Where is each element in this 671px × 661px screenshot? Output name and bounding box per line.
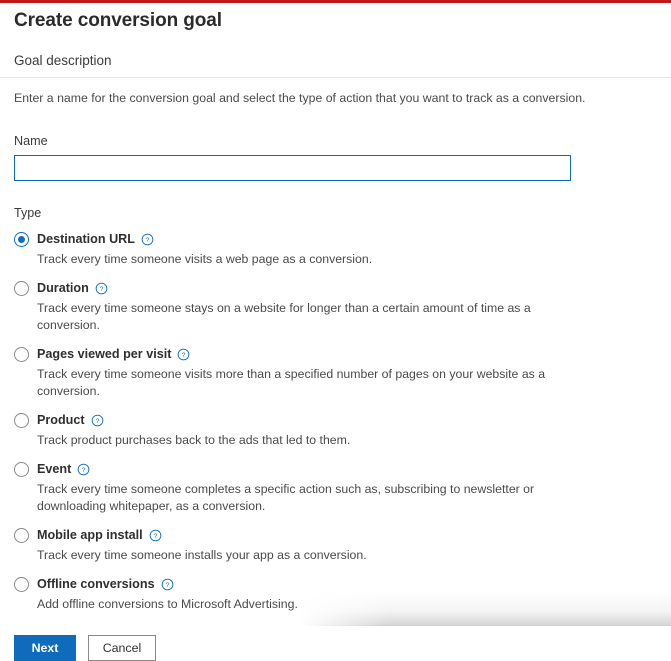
svg-text:?: ?: [95, 418, 99, 425]
option-description: Track every time someone installs your a…: [37, 548, 367, 562]
radio-pages-viewed-per-visit[interactable]: [14, 346, 29, 362]
help-circle-icon[interactable]: ?: [91, 414, 104, 427]
svg-text:?: ?: [153, 533, 157, 540]
radio-destination-url[interactable]: [14, 231, 29, 247]
form-actions: Next Cancel: [0, 624, 671, 661]
name-field-label: Name: [14, 134, 48, 148]
option-description: Track every time someone visits a web pa…: [37, 252, 373, 266]
section-heading: Goal description: [14, 53, 112, 68]
radio-duration[interactable]: [14, 280, 29, 296]
help-circle-icon[interactable]: ?: [141, 233, 154, 246]
radio-offline-conversions[interactable]: [14, 576, 29, 592]
help-circle-icon[interactable]: ?: [77, 463, 90, 476]
help-circle-icon[interactable]: ?: [149, 529, 162, 542]
conversion-type-radio-group: Destination URL ? Track every time someo…: [0, 221, 671, 613]
option-header: Event ?: [14, 460, 671, 478]
option-header: Destination URL ?: [14, 230, 671, 248]
name-input-wrapper: [0, 149, 671, 181]
section-intro-text: Enter a name for the conversion goal and…: [14, 91, 586, 105]
radio-product[interactable]: [14, 412, 29, 428]
radio-mobile-app-install[interactable]: [14, 527, 29, 543]
svg-text:?: ?: [165, 582, 169, 589]
help-circle-icon[interactable]: ?: [161, 578, 174, 591]
type-field-label: Type: [14, 206, 42, 220]
cancel-button[interactable]: Cancel: [88, 635, 156, 661]
option-description: Track product purchases back to the ads …: [37, 433, 351, 447]
option-label: Pages viewed per visit: [37, 347, 172, 361]
option-destination-url[interactable]: Destination URL ? Track every time someo…: [0, 230, 671, 268]
radio-event[interactable]: [14, 461, 29, 477]
option-header: Offline conversions ?: [14, 575, 671, 593]
option-duration[interactable]: Duration ? Track every time someone stay…: [0, 279, 671, 334]
create-conversion-goal-page: Create conversion goal Goal description …: [0, 0, 671, 661]
option-pages-viewed-per-visit[interactable]: Pages viewed per visit ? Track every tim…: [0, 345, 671, 400]
option-label: Mobile app install: [37, 528, 143, 542]
option-label: Duration: [37, 281, 89, 295]
option-description: Track every time someone visits more tha…: [37, 367, 546, 398]
option-header: Product ?: [14, 411, 671, 429]
name-input[interactable]: [14, 155, 571, 181]
option-label: Event: [37, 462, 72, 476]
svg-text:?: ?: [99, 286, 103, 293]
option-header: Pages viewed per visit ?: [14, 345, 671, 363]
svg-text:?: ?: [146, 237, 150, 244]
svg-text:?: ?: [182, 352, 186, 359]
option-event[interactable]: Event ? Track every time someone complet…: [0, 460, 671, 515]
option-label: Destination URL: [37, 232, 135, 246]
option-label: Product: [37, 413, 85, 427]
option-description: Track every time someone completes a spe…: [37, 482, 535, 513]
option-product[interactable]: Product ? Track product purchases back t…: [0, 411, 671, 449]
option-description: Add offline conversions to Microsoft Adv…: [37, 597, 298, 611]
svg-text:?: ?: [82, 467, 86, 474]
page-title: Create conversion goal: [14, 10, 222, 31]
option-description: Track every time someone stays on a webs…: [37, 301, 531, 332]
page-content: Create conversion goal Goal description …: [0, 3, 671, 661]
option-mobile-app-install[interactable]: Mobile app install ? Track every time so…: [0, 526, 671, 564]
next-button[interactable]: Next: [14, 635, 76, 661]
help-circle-icon[interactable]: ?: [95, 282, 108, 295]
help-circle-icon[interactable]: ?: [177, 348, 190, 361]
option-offline-conversions[interactable]: Offline conversions ? Add offline conver…: [0, 575, 671, 613]
option-label: Offline conversions: [37, 577, 155, 591]
option-header: Duration ?: [14, 279, 671, 297]
option-header: Mobile app install ?: [14, 526, 671, 544]
